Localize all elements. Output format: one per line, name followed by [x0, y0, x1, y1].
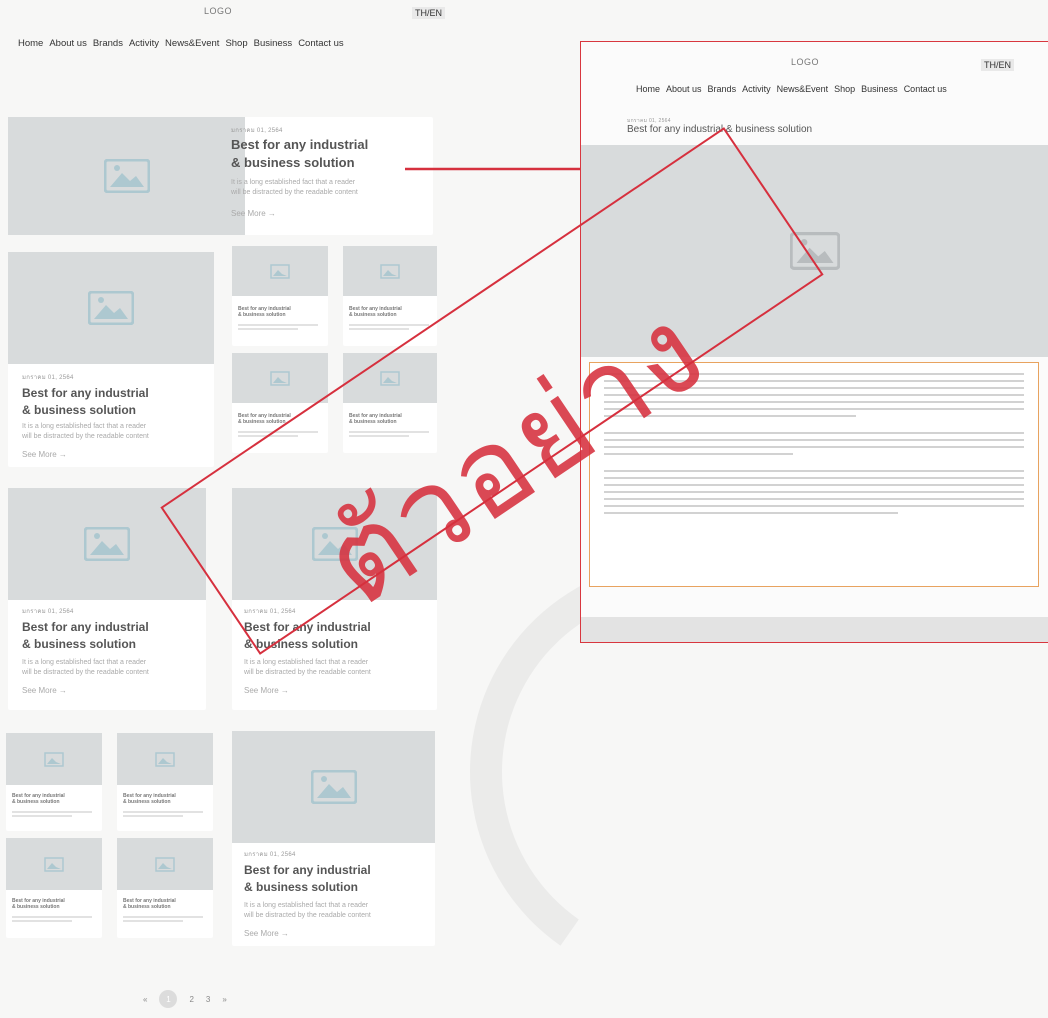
nav-contact[interactable]: Contact us [904, 84, 947, 94]
post-date: มกราคม 01, 2564 [231, 128, 283, 134]
nav-shop[interactable]: Shop [225, 38, 247, 49]
image-icon [155, 856, 175, 872]
featured-card-1[interactable]: มกราคม 01, 2564 Best for any industrial &… [8, 117, 433, 235]
post-title[interactable]: Best for any industrial & business soluti… [244, 862, 371, 896]
image-icon [88, 291, 134, 325]
logo[interactable]: LOGO [204, 6, 232, 16]
small-card-title: Best for any industrial & business soluti… [12, 793, 65, 805]
image-icon [310, 770, 357, 804]
image-icon [84, 527, 130, 561]
pagination-prev[interactable]: « [143, 995, 147, 1004]
image-placeholder [8, 252, 214, 364]
image-icon [103, 159, 150, 193]
page-2-button[interactable]: 2 [189, 995, 193, 1004]
post-excerpt: It is a long established fact that a rea… [22, 659, 149, 676]
nav-contact[interactable]: Contact us [298, 38, 343, 49]
post-excerpt: It is a long established fact that a rea… [244, 659, 371, 676]
small-card[interactable]: Best for any industrial & business soluti… [6, 838, 102, 938]
nav-shop[interactable]: Shop [834, 84, 855, 94]
nav-business[interactable]: Business [254, 38, 293, 49]
small-card-title: Best for any industrial & business soluti… [123, 898, 176, 910]
nav-about[interactable]: About us [49, 38, 87, 49]
post-date: มกราคม 01, 2564 [244, 852, 296, 858]
image-placeholder [117, 733, 213, 785]
connector-line [405, 167, 581, 171]
post-date: มกราคม 01, 2564 [22, 375, 74, 381]
nav-brands[interactable]: Brands [93, 38, 123, 49]
image-icon [380, 263, 400, 279]
small-card[interactable]: Best for any industrial & business soluti… [6, 733, 102, 831]
small-card-excerpt [238, 322, 318, 330]
nav-business[interactable]: Business [861, 84, 898, 94]
image-icon [155, 751, 175, 767]
nav-news-event[interactable]: News&Event [777, 84, 829, 94]
post-excerpt: It is a long established fact that a rea… [22, 423, 149, 440]
nav-brands[interactable]: Brands [708, 84, 737, 94]
page-1-button[interactable]: 1 [159, 990, 178, 1008]
featured-card-5[interactable]: มกราคม 01, 2564 Best for any industrial &… [232, 731, 435, 946]
image-placeholder [343, 246, 437, 296]
small-card-excerpt [12, 809, 92, 817]
post-excerpt: It is a long established fact that a rea… [231, 179, 358, 196]
detail-paragraph-3 [604, 470, 1024, 514]
image-placeholder [8, 117, 245, 235]
pagination: « 1 2 3 » [143, 990, 227, 1008]
post-title[interactable]: Best for any industrial & business soluti… [22, 619, 149, 653]
image-placeholder [6, 838, 102, 890]
small-card[interactable]: Best for any industrial & business soluti… [232, 246, 328, 346]
image-icon [44, 856, 64, 872]
small-card-title: Best for any industrial & business soluti… [12, 898, 65, 910]
detail-language-toggle[interactable]: TH/EN [981, 59, 1014, 71]
image-icon [44, 751, 64, 767]
nav-about[interactable]: About us [666, 84, 702, 94]
featured-card-2[interactable]: มกราคม 01, 2564 Best for any industrial &… [8, 252, 214, 467]
language-toggle[interactable]: TH/EN [412, 7, 445, 19]
image-placeholder [232, 246, 328, 296]
see-more-link[interactable]: See More → [231, 209, 276, 218]
image-placeholder [6, 733, 102, 785]
image-placeholder [232, 731, 435, 843]
detail-nav: Home About us Brands Activity News&Event… [636, 84, 947, 94]
small-card[interactable]: Best for any industrial & business soluti… [117, 733, 213, 831]
nav-activity[interactable]: Activity [742, 84, 771, 94]
nav-home[interactable]: Home [636, 84, 660, 94]
detail-logo[interactable]: LOGO [791, 57, 819, 67]
small-card-excerpt [123, 809, 203, 817]
post-title[interactable]: Best for any industrial & business soluti… [231, 136, 368, 172]
small-card-title: Best for any industrial & business soluti… [123, 793, 176, 805]
small-card-excerpt [349, 322, 429, 330]
page-3-button[interactable]: 3 [206, 995, 210, 1004]
main-nav: Home About us Brands Activity News&Event… [18, 38, 344, 49]
see-more-link[interactable]: See More → [244, 929, 289, 938]
small-card-excerpt [123, 914, 203, 922]
nav-activity[interactable]: Activity [129, 38, 159, 49]
post-date: มกราคม 01, 2564 [22, 609, 74, 615]
pagination-next[interactable]: » [222, 995, 226, 1004]
see-more-link[interactable]: See More → [244, 686, 289, 695]
small-card[interactable]: Best for any industrial & business soluti… [117, 838, 213, 938]
detail-footer [581, 617, 1048, 642]
post-title[interactable]: Best for any industrial & business soluti… [22, 385, 149, 419]
see-more-link[interactable]: See More → [22, 686, 67, 695]
see-more-link[interactable]: See More → [22, 450, 67, 459]
image-icon [270, 263, 290, 279]
image-icon [270, 370, 290, 386]
small-card-excerpt [12, 914, 92, 922]
image-placeholder [117, 838, 213, 890]
image-placeholder [232, 353, 328, 403]
nav-news-event[interactable]: News&Event [165, 38, 219, 49]
nav-home[interactable]: Home [18, 38, 43, 49]
post-excerpt: It is a long established fact that a rea… [244, 902, 371, 919]
small-card-title: Best for any industrial & business soluti… [349, 306, 402, 318]
small-card-title: Best for any industrial & business soluti… [238, 306, 291, 318]
